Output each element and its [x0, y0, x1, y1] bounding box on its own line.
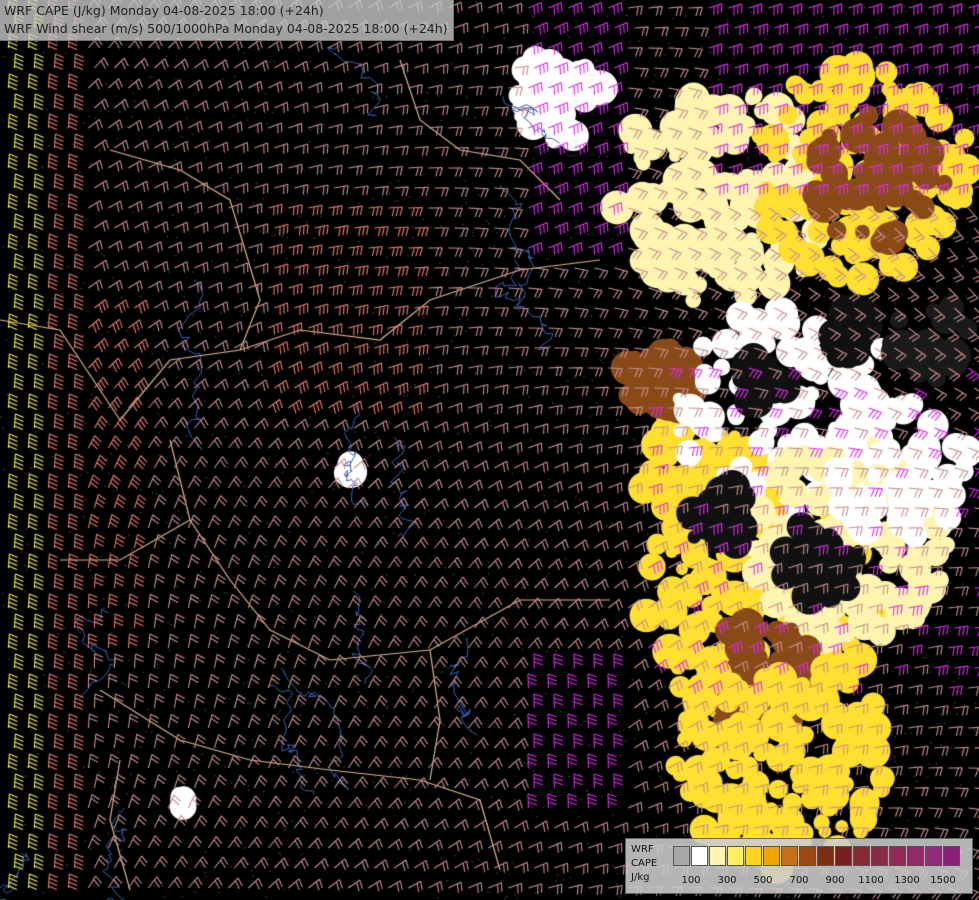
legend-swatch [889, 846, 906, 866]
legend-tick-label: 1100 [858, 875, 884, 886]
legend-tick-label: 1300 [894, 875, 920, 886]
legend-swatch [745, 846, 762, 866]
legend-swatch [817, 846, 834, 866]
legend-swatch [853, 846, 870, 866]
legend-swatch [943, 846, 960, 866]
legend-swatch [727, 846, 744, 866]
legend-swatch [781, 846, 798, 866]
cape-wind-shear-map [0, 0, 979, 900]
legend-swatch [835, 846, 852, 866]
legend-swatch [709, 846, 726, 866]
map-title-box: WRF CAPE (J/kg) Monday 04-08-2025 18:00 … [0, 0, 454, 41]
legend-tick-label: 1500 [930, 875, 956, 886]
legend-tick-label: 500 [753, 875, 773, 886]
legend-tick-label: 700 [789, 875, 809, 886]
legend-swatch [799, 846, 816, 866]
legend-swatch [673, 846, 690, 866]
cape-legend: WRF CAPE J/kg 100 300 500 700 900 1100 1300 150… [625, 838, 973, 894]
legend-swatch [763, 846, 780, 866]
legend-tick-label: 100 [681, 875, 701, 886]
legend-tick-label: 300 [717, 875, 737, 886]
legend-label: WRF CAPE J/kg [631, 843, 657, 885]
title-wind-shear-line: WRF Wind shear (m/s) 500/1000hPa Monday … [4, 21, 448, 36]
legend-label-model: WRF [631, 844, 654, 855]
legend-swatch [907, 846, 924, 866]
legend-swatch [691, 846, 708, 866]
legend-label-unit: J/kg [631, 872, 650, 883]
legend-tick-labels: 100 300 500 700 900 1100 1300 1500 [673, 875, 968, 889]
title-cape-line: WRF CAPE (J/kg) Monday 04-08-2025 18:00 … [4, 3, 324, 18]
legend-tick-label: 900 [825, 875, 845, 886]
legend-label-variable: CAPE [631, 858, 658, 869]
legend-swatch [925, 846, 942, 866]
legend-swatch [871, 846, 888, 866]
legend-color-scale [673, 846, 961, 866]
